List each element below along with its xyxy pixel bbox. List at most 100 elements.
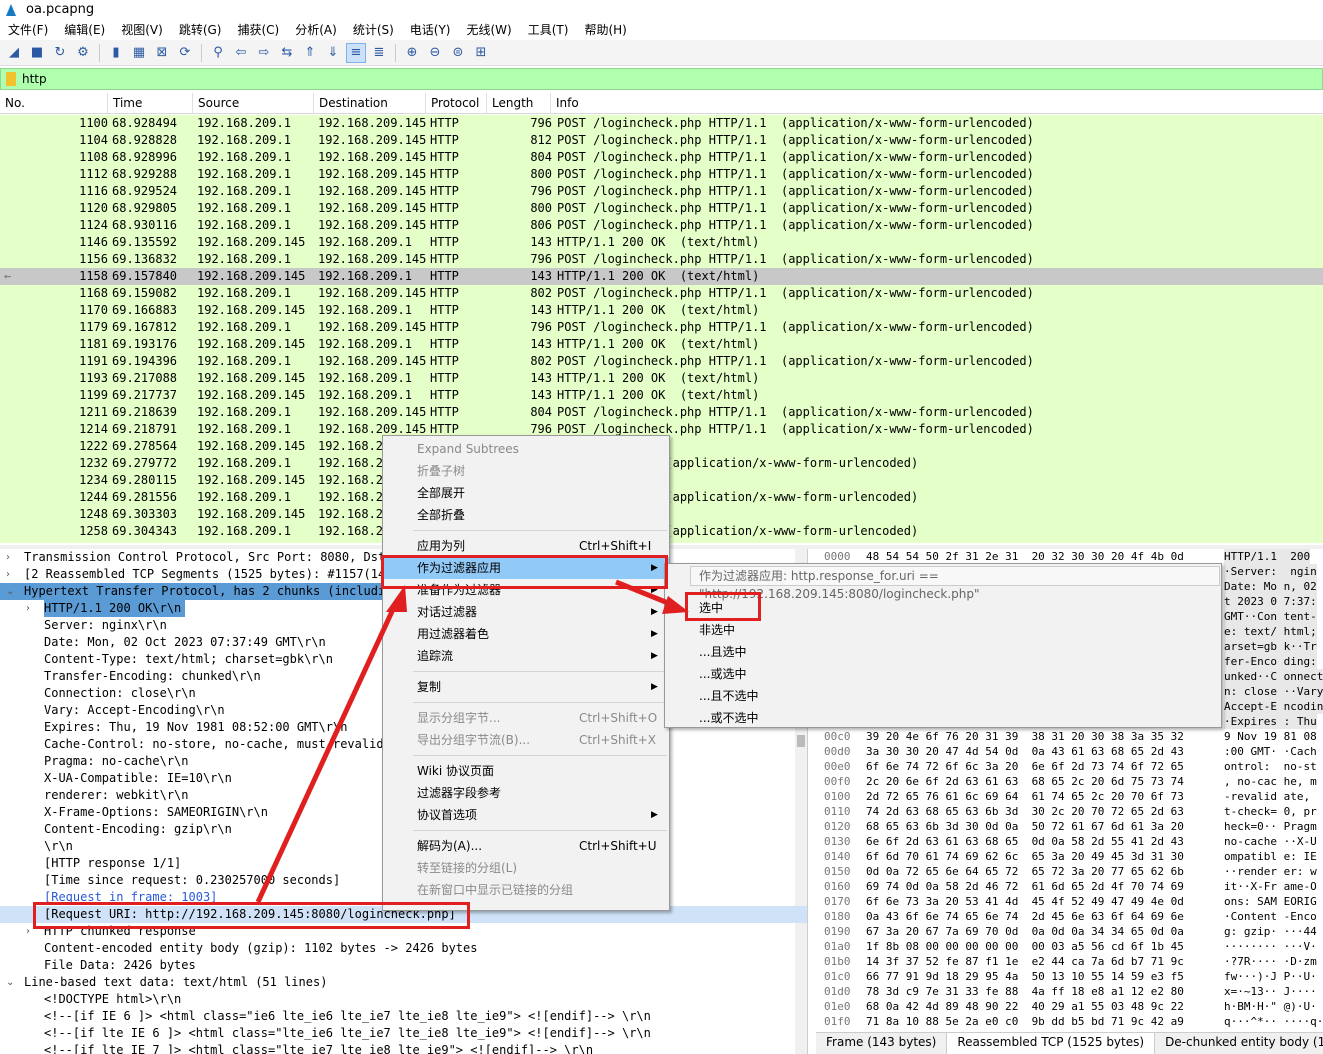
context-menu-item[interactable]: 全部展开 (383, 482, 669, 504)
hex-row[interactable]: 01d0 78 3d c9 7e 31 33 fe 88 4a ff 18 e8 … (816, 984, 1323, 999)
menu-item[interactable]: 捕获(C) (229, 21, 287, 38)
context-menu-item[interactable]: Wiki 协议页面 (383, 760, 669, 782)
packet-row[interactable]: 1170 69.166883 192.168.209.145 192.168.209.… (0, 302, 1323, 319)
hex-row[interactable]: 0130 6e 6f 2d 63 61 63 68 65 0d 0a 58 2d … (816, 834, 1323, 849)
hex-row[interactable]: 0000 48 54 54 50 2f 31 2e 31 20 32 30 30 … (816, 549, 1323, 564)
hex-row[interactable]: 0120 68 65 63 6b 3d 30 0d 0a 50 72 61 67 … (816, 819, 1323, 834)
detail-tree-item[interactable]: <!--[if lte IE 6 ]> <html class="lte_ie6… (0, 1025, 807, 1042)
submenu-item[interactable]: ...或选中 (665, 663, 1221, 685)
detail-tree-item[interactable]: File Data: 2426 bytes (0, 957, 807, 974)
menu-item[interactable]: 统计(S) (345, 21, 402, 38)
go-back-icon[interactable]: ⇦ (231, 43, 251, 63)
packet-row[interactable]: 1124 68.930116 192.168.209.1 192.168.209.14… (0, 217, 1323, 234)
expanded-arrow-icon[interactable]: ⌄ (6, 583, 18, 600)
capture-options-icon[interactable]: ⚙ (73, 43, 93, 63)
colorize-icon[interactable]: ≣ (369, 43, 389, 63)
hex-row[interactable]: 00f0 2c 20 6e 6f 2d 63 61 63 68 65 2c 20 … (816, 774, 1323, 789)
context-menu-item[interactable]: 协议首选项 ▶ (383, 804, 669, 826)
hex-row[interactable]: 01f0 71 8a 10 88 5e 2a e0 c0 9b dd b5 bd … (816, 1014, 1323, 1029)
hex-row[interactable]: 0150 0d 0a 72 65 6e 64 65 72 65 72 3a 20 … (816, 864, 1323, 879)
packet-row[interactable]: 1104 68.928828 192.168.209.1 192.168.209.14… (0, 132, 1323, 149)
context-menu-item[interactable]: 对话过滤器 ▶ (383, 601, 669, 623)
context-menu-item[interactable]: 应用为列 Ctrl+Shift+I (383, 535, 669, 557)
collapsed-arrow-icon[interactable]: › (26, 600, 38, 617)
column-header-time[interactable]: Time (108, 93, 193, 114)
packet-row[interactable]: 1191 69.194396 192.168.209.1 192.168.209.14… (0, 353, 1323, 370)
save-file-icon[interactable]: ▦ (129, 43, 149, 63)
packet-row[interactable]: 1181 69.193176 192.168.209.145 192.168.209.… (0, 336, 1323, 353)
menu-item[interactable]: 电话(Y) (402, 21, 459, 38)
hex-row[interactable]: 0100 2d 72 65 76 61 6c 69 64 61 74 65 2c … (816, 789, 1323, 804)
detail-tree-item[interactable]: <!DOCTYPE html>\r\n (0, 991, 807, 1008)
detail-tree-item[interactable]: ⌄ Line-based text data: text/html (51 lin… (0, 974, 807, 991)
go-first-icon[interactable]: ⇑ (300, 43, 320, 63)
column-header-length[interactable]: Length (487, 93, 551, 114)
packet-row[interactable]: 1179 69.167812 192.168.209.1 192.168.209.14… (0, 319, 1323, 336)
menu-item[interactable]: 分析(A) (287, 21, 345, 38)
menu-item[interactable]: 跳转(G) (171, 21, 230, 38)
packet-row[interactable]: 1193 69.217088 192.168.209.145 192.168.209.… (0, 370, 1323, 387)
go-last-icon[interactable]: ⇓ (323, 43, 343, 63)
bytes-tab[interactable]: Frame (143 bytes) (816, 1033, 948, 1054)
packet-row[interactable]: ← 1158 69.157840 192.168.209.145 192.168.209… (0, 268, 1323, 285)
packet-row[interactable]: 1156 69.136832 192.168.209.1 192.168.209.14… (0, 251, 1323, 268)
packet-row[interactable]: 1108 68.928996 192.168.209.1 192.168.209.14… (0, 149, 1323, 166)
context-menu-item[interactable]: 追踪流 ▶ (383, 645, 669, 667)
menu-item[interactable]: 帮助(H) (576, 21, 634, 38)
open-file-icon[interactable]: ▮ (106, 43, 126, 63)
hex-row[interactable]: 0160 69 74 0d 0a 58 2d 46 72 61 6d 65 2d … (816, 879, 1323, 894)
packet-row[interactable]: 1146 69.135592 192.168.209.145 192.168.209.… (0, 234, 1323, 251)
zoom-normal-icon[interactable]: ⊜ (448, 43, 468, 63)
packet-row[interactable]: 1116 68.929524 192.168.209.1 192.168.209.14… (0, 183, 1323, 200)
column-header-no[interactable]: No. (0, 93, 108, 114)
column-header-protocol[interactable]: Protocol (426, 93, 487, 114)
menu-item[interactable]: 无线(W) (459, 21, 520, 38)
start-capture-icon[interactable]: ◢ (4, 43, 24, 63)
bookmark-icon[interactable] (6, 72, 16, 86)
hex-row[interactable]: 01e0 68 0a 42 4d 89 48 90 22 40 29 a1 55 … (816, 999, 1323, 1014)
menu-item[interactable]: 工具(T) (520, 21, 577, 38)
packet-row[interactable]: 1211 69.218639 192.168.209.1 192.168.209.14… (0, 404, 1323, 421)
detail-tree-item[interactable]: Content-encoded entity body (gzip): 1102… (0, 940, 807, 957)
hex-row[interactable]: 0180 0a 43 6f 6e 74 65 6e 74 2d 45 6e 63 … (816, 909, 1323, 924)
bytes-tab[interactable]: Reassembled TCP (1525 bytes) (947, 1033, 1156, 1054)
packet-row[interactable]: 1168 69.159082 192.168.209.1 192.168.209.14… (0, 285, 1323, 302)
context-menu-item[interactable]: 过滤器字段参考 (383, 782, 669, 804)
hex-row[interactable]: 01c0 66 77 91 9d 18 29 95 4a 50 13 10 55 … (816, 969, 1323, 984)
hex-row[interactable]: 00c0 39 20 4e 6f 76 20 31 39 38 31 20 30 … (816, 729, 1323, 744)
expanded-arrow-icon[interactable]: ⌄ (6, 974, 18, 991)
zoom-in-icon[interactable]: ⊕ (402, 43, 422, 63)
autoscroll-icon[interactable]: ≡ (346, 42, 366, 63)
hex-row[interactable]: 01a0 1f 8b 08 00 00 00 00 00 00 03 a5 56 … (816, 939, 1323, 954)
zoom-out-icon[interactable]: ⊖ (425, 43, 445, 63)
packet-row[interactable]: 1100 68.928494 192.168.209.1 192.168.209.14… (0, 115, 1323, 132)
detail-tree-item[interactable]: <!--[if IE 6 ]> <html class="ie6 lte_ie6… (0, 1008, 807, 1025)
display-filter-bar[interactable]: http (0, 68, 1323, 90)
bytes-tab[interactable]: De-chunked entity body (1102 (1155, 1033, 1323, 1054)
reload-file-icon[interactable]: ⟳ (175, 43, 195, 63)
collapsed-arrow-icon[interactable]: › (6, 549, 18, 566)
go-to-packet-icon[interactable]: ⇆ (277, 43, 297, 63)
hex-row[interactable]: 0170 6f 6e 73 3a 20 53 41 4d 45 4f 52 49 … (816, 894, 1323, 909)
submenu-item[interactable]: ...且不选中 (665, 685, 1221, 707)
context-menu-item[interactable]: 全部折叠 (383, 504, 669, 526)
context-menu-item[interactable]: 复制 ▶ (383, 676, 669, 698)
hex-row[interactable]: 0110 74 2d 63 68 65 63 6b 3d 30 2c 20 70 … (816, 804, 1323, 819)
hex-row[interactable]: 00d0 3a 30 30 20 47 4d 54 0d 0a 43 61 63 … (816, 744, 1323, 759)
column-header-destination[interactable]: Destination (314, 93, 426, 114)
hex-row[interactable]: 0140 6f 6d 70 61 74 69 62 6c 65 3a 20 49 … (816, 849, 1323, 864)
submenu-item[interactable]: ...或不选中 (665, 707, 1221, 729)
column-header-info[interactable]: Info (551, 93, 1321, 114)
display-filter-input[interactable]: http (22, 72, 47, 86)
packet-row[interactable]: 1112 68.929288 192.168.209.1 192.168.209.14… (0, 166, 1323, 183)
stop-capture-icon[interactable]: ■ (27, 43, 47, 63)
find-packet-icon[interactable]: ⚲ (208, 43, 228, 63)
menu-item[interactable]: 编辑(E) (56, 21, 113, 38)
detail-tree-item[interactable]: <!--[if lte IE 7 ]> <html class="lte_ie7… (0, 1042, 807, 1054)
context-menu-item[interactable]: 用过滤器着色 ▶ (383, 623, 669, 645)
packet-row[interactable]: 1120 68.929805 192.168.209.1 192.168.209.14… (0, 200, 1323, 217)
resize-columns-icon[interactable]: ⊞ (471, 43, 491, 63)
submenu-item[interactable]: ...且选中 (665, 641, 1221, 663)
column-header-source[interactable]: Source (193, 93, 314, 114)
submenu-item[interactable]: 非选中 (665, 619, 1221, 641)
